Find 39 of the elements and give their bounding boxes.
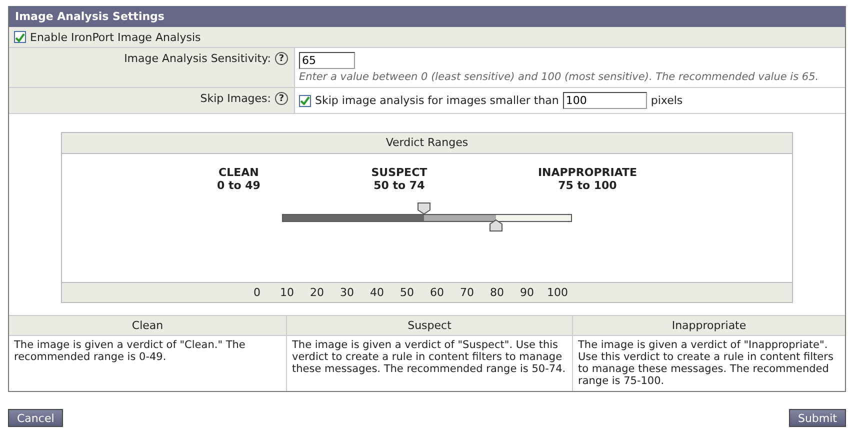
checkbox-label: Skip image analysis for images smaller than — [315, 94, 559, 107]
column-header: Suspect — [287, 316, 573, 336]
scale-label: 90 — [519, 286, 535, 299]
slider-handle[interactable] — [489, 219, 504, 232]
scale-label: 40 — [369, 286, 385, 299]
range-label: SUSPECT 50 to 74 — [371, 166, 428, 192]
input-field[interactable]: 100 — [562, 92, 647, 109]
panel-header: Verdict Ranges — [62, 133, 792, 154]
scale-label: 100 — [547, 286, 567, 299]
help-icon[interactable]: ? — [275, 52, 288, 65]
panel-title: Image Analysis Settings — [9, 6, 845, 27]
column-header: Inappropriate — [573, 316, 845, 336]
input-field[interactable]: 65 — [299, 52, 355, 69]
scale-label: 60 — [429, 286, 445, 299]
range-label: INAPPROPRIATE 75 to 100 — [538, 166, 637, 192]
table-cell: The image is given a verdict of "Suspect". Use this verdict to create a rule in content filters to manage these messages. The recommended range is 50-74. — [287, 336, 573, 391]
scale-label: 50 — [399, 286, 415, 299]
scale-label: 80 — [489, 286, 505, 299]
hint-text: Enter a value between 0 (least sensitive) and 100 (most sensitive). The recommended value is 65. — [299, 71, 820, 83]
field-label: Skip Images: — [200, 92, 271, 105]
column-header: Clean — [9, 316, 287, 336]
scale-label: 70 — [459, 286, 475, 299]
table-cell: The image is given a verdict of "Clean." The recommended range is 0-49. — [9, 336, 287, 391]
submit-button[interactable]: Submit — [788, 409, 846, 427]
table-cell-text: The image is given a verdict of "Inappropriate". Use this verdict to create a rule in content filters to manage these messages. The recommended range is 75-100. — [577, 338, 834, 389]
scale-label: 0 — [252, 286, 262, 299]
field-label: Image Analysis Sensitivity: — [124, 52, 271, 65]
checkbox[interactable] — [14, 31, 26, 43]
checkbox[interactable] — [299, 94, 311, 106]
unit-label: pixels — [650, 94, 683, 107]
help-icon[interactable]: ? — [275, 92, 288, 105]
scale-label: 10 — [279, 286, 295, 299]
scale-label: 30 — [339, 286, 355, 299]
checkbox-label: Enable IronPort Image Analysis — [30, 30, 201, 44]
cancel-button[interactable]: Cancel — [8, 409, 64, 427]
scale-label: 20 — [309, 286, 325, 299]
range-label: CLEAN 0 to 49 — [217, 166, 260, 192]
checkmark-icon — [15, 32, 25, 42]
checkmark-icon — [300, 96, 310, 105]
